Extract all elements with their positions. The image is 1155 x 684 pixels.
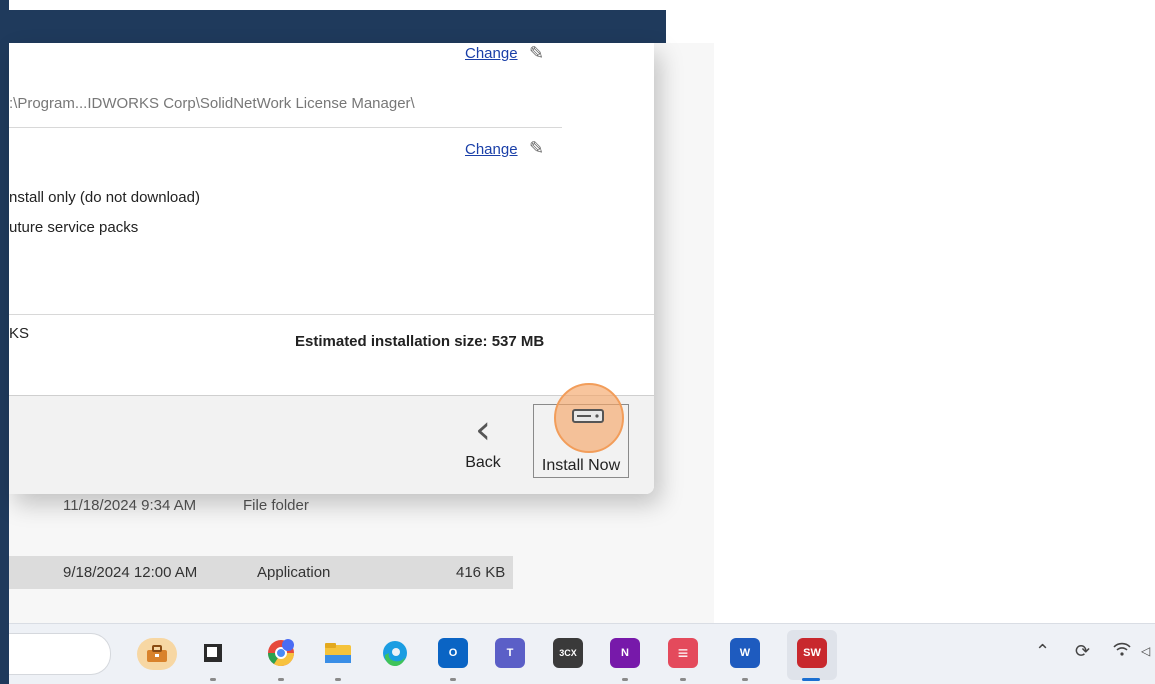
running-indicator: [450, 678, 456, 681]
row-type: Application: [257, 564, 331, 581]
onenote-icon-letter: N: [621, 647, 629, 659]
product-name-fragment: KS: [9, 325, 30, 342]
teams-icon[interactable]: T: [495, 638, 525, 668]
pencil-icon[interactable]: ✎: [529, 43, 544, 64]
installer-summary-dialog: Change ✎ :\Program...IDWORKS Corp\SolidN…: [9, 43, 654, 494]
estimated-size-label: Estimated installation size: 537 MB: [295, 333, 545, 350]
outlook-icon-letter: O: [448, 647, 458, 659]
background-window-edge: [0, 0, 9, 684]
todoist-icon[interactable]: ≡: [668, 638, 698, 668]
running-indicator: [210, 678, 216, 681]
hard-drive-icon: [572, 409, 604, 423]
running-indicator: [335, 678, 341, 681]
download-option-text: nstall only (do not download): [9, 189, 200, 206]
speaker-icon[interactable]: ◁: [1141, 644, 1150, 658]
running-indicator: [278, 678, 284, 681]
edge-icon[interactable]: [380, 638, 410, 668]
back-button[interactable]: ‹ Back: [459, 410, 507, 480]
row-date: 11/18/2024 9:34 AM: [63, 497, 197, 514]
folder-icon[interactable]: [323, 638, 353, 668]
onenote-icon[interactable]: N: [610, 638, 640, 668]
running-indicator: [622, 678, 628, 681]
row-date: 9/18/2024 12:00 AM: [63, 564, 198, 581]
service-pack-option-text: uture service packs: [9, 219, 139, 236]
taskbar-search-box[interactable]: [9, 633, 111, 675]
pencil-icon[interactable]: ✎: [529, 138, 544, 159]
chevron-up-icon[interactable]: ⌃: [1035, 641, 1050, 662]
running-indicator: [742, 678, 748, 681]
installer-title-bar[interactable]: [0, 10, 666, 43]
chevron-left-icon: ‹: [475, 407, 491, 453]
row-size: 416 KB: [456, 564, 506, 581]
wifi-icon[interactable]: [1113, 641, 1131, 662]
section-divider: [9, 127, 562, 128]
chrome-icon[interactable]: [266, 638, 296, 668]
table-row[interactable]: 9/18/2024 12:00 AM Application 416 KB: [9, 556, 513, 589]
briefcase-icon[interactable]: [137, 638, 177, 670]
word-icon[interactable]: W: [730, 638, 760, 668]
3cx-icon[interactable]: 3CX: [553, 638, 583, 668]
row-type: File folder: [243, 497, 309, 514]
active-app-indicator: [802, 678, 820, 681]
sync-icon[interactable]: ⟳: [1075, 641, 1090, 662]
install-now-label: Install Now: [541, 457, 621, 474]
install-now-button[interactable]: Install Now: [533, 383, 629, 478]
change-location-link[interactable]: Change: [465, 45, 518, 62]
back-button-label: Back: [465, 454, 501, 471]
running-indicator: [680, 678, 686, 681]
3cx-icon-label: 3CX: [559, 648, 577, 658]
windows-taskbar: O T 3CX N ≡ W SW ⌃ ⟳ ◁: [9, 623, 1155, 684]
outlook-icon[interactable]: O: [438, 638, 468, 668]
change-options-link[interactable]: Change: [465, 141, 518, 158]
notepad-icon[interactable]: [198, 638, 228, 668]
install-location-path: :\Program...IDWORKS Corp\SolidNetWork Li…: [9, 95, 415, 112]
solidworks-icon[interactable]: SW: [797, 638, 827, 668]
section-divider: [9, 314, 654, 315]
solidworks-icon-letters: SW: [803, 647, 821, 659]
teams-icon-letter: T: [506, 647, 514, 659]
word-icon-letter: W: [739, 647, 751, 659]
